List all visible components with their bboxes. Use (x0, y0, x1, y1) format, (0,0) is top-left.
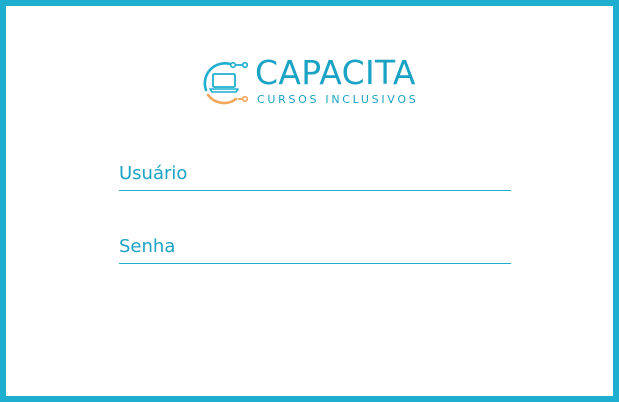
password-field[interactable]: Senha (119, 233, 511, 264)
password-input[interactable] (119, 233, 511, 263)
username-input[interactable] (119, 160, 511, 190)
username-field[interactable]: Usuário (119, 160, 511, 191)
brand-title: CAPACITA (255, 53, 416, 92)
login-card: CAPACITA CURSOS INCLUSIVOS Usuário Senha (0, 0, 619, 402)
brand-subtitle: CURSOS INCLUSIVOS (257, 93, 419, 106)
brand-logo: CAPACITA CURSOS INCLUSIVOS (196, 52, 446, 114)
laptop-circuit-icon (203, 61, 249, 105)
